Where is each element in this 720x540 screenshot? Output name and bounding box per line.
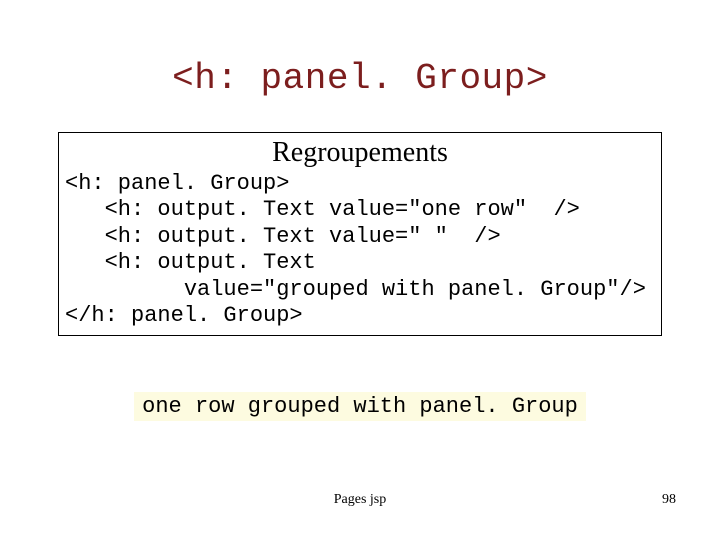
slide: <h: panel. Group> Regroupements <h: pane…	[0, 0, 720, 540]
box-heading: Regroupements	[59, 137, 661, 169]
output-text: one row grouped with panel. Group	[134, 392, 586, 421]
slide-title: <h: panel. Group>	[0, 58, 720, 99]
footer-center: Pages jsp	[0, 492, 720, 508]
page-number: 98	[662, 492, 676, 508]
code-block: <h: panel. Group> <h: output. Text value…	[59, 171, 661, 329]
code-box: Regroupements <h: panel. Group> <h: outp…	[58, 132, 662, 336]
output-wrap: one row grouped with panel. Group	[0, 392, 720, 421]
